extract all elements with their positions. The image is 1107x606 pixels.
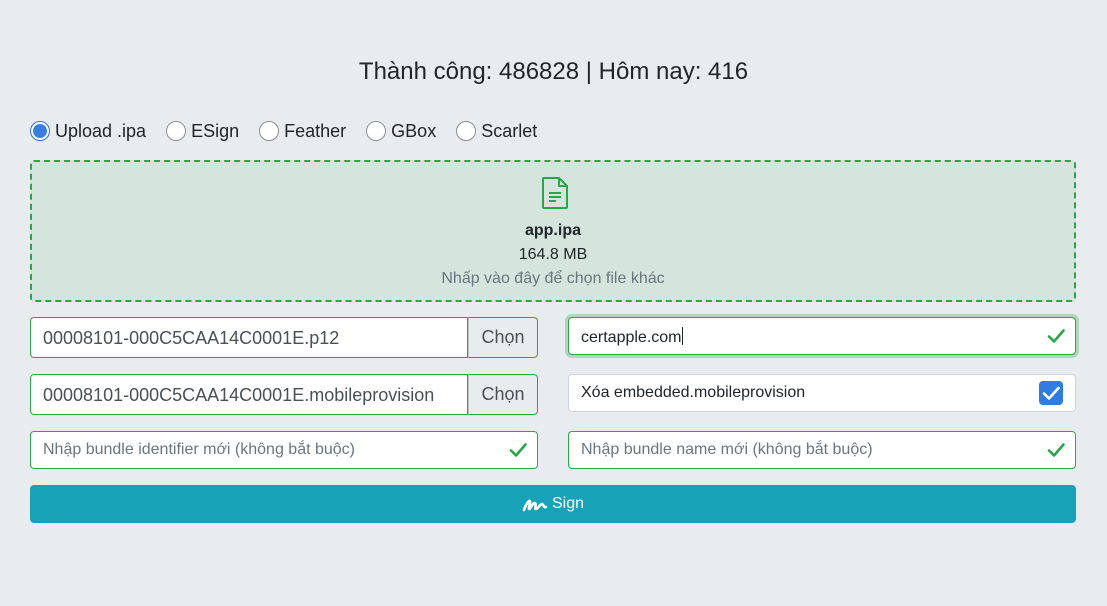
file-icon	[542, 177, 568, 209]
provision-choose-button[interactable]: Chọn	[468, 374, 538, 415]
radio-label: Upload .ipa	[55, 120, 147, 141]
p12-choose-button[interactable]: Chọn	[468, 317, 538, 358]
radio-upload-ipa[interactable]: Upload .ipa	[30, 121, 146, 142]
stats-heading: Thành công: 486828 | Hôm nay: 416	[358, 58, 749, 85]
radio-scarlet[interactable]: Scarlet	[456, 121, 537, 142]
bundle-identifier-placeholder: Nhập bundle identifier mới (không bắt bu…	[43, 441, 356, 458]
bundle-name-placeholder: Nhập bundle name mới (không bắt buộc)	[581, 441, 873, 458]
bundle-identifier-input[interactable]: Nhập bundle identifier mới (không bắt bu…	[30, 431, 538, 469]
file-hint: Nhấp vào đây để chọn file khác	[441, 270, 665, 287]
radio-button[interactable]	[456, 121, 477, 141]
radio-button-checked[interactable]	[30, 121, 50, 141]
radio-label: GBox	[391, 120, 437, 141]
provision-file-group: 00008101-000C5CAA14C0001E.mobileprovisio…	[30, 374, 538, 415]
radio-gbox[interactable]: GBox	[366, 121, 436, 142]
check-icon	[1047, 443, 1065, 457]
remove-embedded-label: Xóa embedded.mobileprovision	[581, 384, 806, 401]
provision-file-input[interactable]: 00008101-000C5CAA14C0001E.mobileprovisio…	[30, 374, 468, 415]
text-caret	[681, 327, 683, 345]
remove-embedded-checkbox[interactable]	[1039, 381, 1063, 405]
radio-button[interactable]	[166, 121, 187, 141]
ipa-dropzone[interactable]: app.ipa 164.8 MB Nhấp vào đây để chọn fi…	[30, 160, 1076, 302]
check-icon	[509, 443, 527, 457]
bundle-name-input[interactable]: Nhập bundle name mới (không bắt buộc)	[568, 431, 1076, 469]
p12-file-input[interactable]: 00008101-000C5CAA14C0001E.p12	[30, 317, 468, 358]
radio-button[interactable]	[366, 121, 387, 141]
radio-feather[interactable]: Feather	[259, 121, 346, 142]
signature-icon	[522, 499, 548, 512]
radio-label: Scarlet	[481, 120, 538, 141]
sign-mode-radio-group: Upload .ipa ESign Feather GBox Scarlet	[30, 118, 547, 144]
check-icon	[1047, 329, 1065, 343]
radio-label: ESign	[191, 120, 240, 141]
file-size: 164.8 MB	[518, 246, 588, 263]
radio-esign[interactable]: ESign	[166, 121, 239, 142]
file-name: app.ipa	[524, 222, 581, 239]
password-value: certapple.com	[581, 329, 682, 346]
certificate-password-input[interactable]: certapple.com	[568, 317, 1076, 355]
remove-embedded-option[interactable]: Xóa embedded.mobileprovision	[568, 374, 1076, 412]
p12-file-group: 00008101-000C5CAA14C0001E.p12 Chọn	[30, 317, 538, 358]
sign-button-label: Sign	[551, 495, 585, 512]
radio-label: Feather	[284, 120, 347, 141]
checkmark-icon	[1042, 386, 1060, 400]
sign-button[interactable]: Sign	[30, 485, 1076, 523]
radio-button[interactable]	[259, 121, 280, 141]
